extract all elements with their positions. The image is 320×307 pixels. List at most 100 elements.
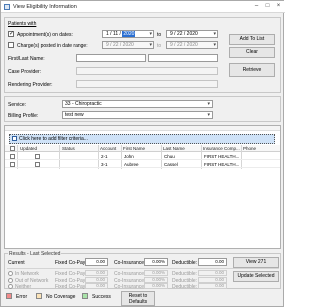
column-updated[interactable]: Updated	[20, 145, 37, 152]
close-button[interactable]: ×	[275, 3, 282, 10]
in-copay-label: Fixed Co-Pay:	[55, 271, 87, 277]
patients-with-label: Patients with	[8, 21, 37, 27]
in-network-radio[interactable]	[8, 271, 13, 276]
service-panel: Service: 33 - Chiropractic ▾ Billing Pro…	[4, 96, 281, 122]
nei-copay-field[interactable]: 0.00	[85, 283, 108, 289]
maximize-button[interactable]: □	[264, 3, 271, 10]
appointments-to-label: to	[157, 32, 162, 38]
service-select[interactable]: 33 - Chiropractic ▾	[62, 100, 213, 108]
app-icon	[4, 4, 10, 10]
cell-last-name: Cassel	[164, 162, 178, 167]
first-name-input[interactable]	[76, 54, 146, 62]
cell-first-name: Aubree	[124, 162, 139, 167]
chevron-down-icon: ▾	[207, 101, 210, 107]
in-coins-label: Co-Insurance:	[114, 271, 146, 277]
select-all-checkbox[interactable]	[10, 146, 15, 151]
rendering-provider-select[interactable]	[76, 80, 218, 88]
appointments-from-date[interactable]: 1 / 11 / 2020 ▾	[102, 30, 154, 38]
cell-first-name: John	[124, 154, 134, 159]
view-271-button[interactable]: View 271	[233, 257, 279, 268]
appt-from-year: 2020	[122, 31, 136, 37]
row-updated-checkbox[interactable]	[35, 162, 40, 167]
cell-insurance: FIRST HEALTH...	[204, 154, 240, 159]
appt-from-month: 1	[106, 31, 109, 37]
current-coinsurance-field[interactable]: 0.00%	[144, 258, 168, 266]
filter-icon	[12, 136, 17, 141]
eligibility-window: View Eligibility Information – □ × Patie…	[0, 0, 285, 307]
retrieve-button[interactable]: Retrieve	[229, 63, 275, 77]
appointments-checkbox[interactable]: ✓	[8, 31, 14, 37]
current-label: Current	[8, 260, 25, 266]
appt-to-value: 9 / 22 / 2020	[170, 31, 198, 37]
case-provider-select[interactable]	[76, 67, 218, 75]
charges-from-value: 9 / 22 / 2020	[106, 42, 134, 48]
appointments-label: Appointment(s) on dates:	[17, 32, 73, 38]
window-title: View Eligibility Information	[13, 4, 77, 10]
success-legend-swatch	[82, 293, 88, 299]
results-title: Results - Last Selected	[8, 251, 62, 257]
out-network-radio[interactable]	[8, 278, 13, 283]
nei-coins-field[interactable]: 0.00%	[144, 283, 168, 289]
no-coverage-legend-label: No Coverage	[46, 294, 76, 300]
neither-label: Neither	[15, 284, 32, 290]
charges-to-date[interactable]: 9 / 22 / 2020 ▾	[166, 41, 218, 49]
coinsurance-label: Co-Insurance:	[114, 260, 146, 266]
add-to-list-button[interactable]: Add To List	[229, 34, 275, 45]
first-last-name-label: First/Last Name:	[8, 56, 45, 62]
title-bar: View Eligibility Information – □ ×	[1, 1, 285, 13]
chevron-down-icon: ▾	[207, 112, 210, 118]
results-divider	[7, 268, 279, 269]
service-value: 33 - Chiropractic	[65, 101, 102, 107]
grid-group-bar	[5, 126, 280, 131]
clear-button[interactable]: Clear	[229, 47, 275, 58]
last-name-input[interactable]	[148, 54, 218, 62]
current-deductible-field[interactable]: 0.00	[198, 258, 227, 266]
in-network-label: In Network	[15, 271, 39, 277]
update-selected-button[interactable]: Update Selected	[233, 271, 279, 282]
row-select-checkbox[interactable]	[10, 162, 15, 167]
charges-from-date[interactable]: 9 / 22 / 2020 ▾	[102, 41, 154, 49]
column-insurance[interactable]: Insurance Comp...	[203, 145, 240, 152]
chevron-down-icon: ▾	[149, 42, 152, 48]
check-mark-icon: ✓	[9, 31, 15, 37]
row-updated-checkbox[interactable]	[35, 154, 40, 159]
in-copay-field[interactable]: 0.00	[85, 270, 108, 276]
current-copay-field[interactable]: 0.00	[85, 258, 108, 266]
row-select-checkbox[interactable]	[10, 154, 15, 159]
error-legend-label: Error	[16, 294, 28, 300]
cell-last-name: Chuu	[164, 154, 175, 159]
in-coins-field[interactable]: 0.00%	[144, 270, 168, 276]
patients-panel: Patients with ✓ Appointment(s) on dates:…	[4, 17, 281, 93]
column-account[interactable]: Account	[100, 145, 116, 152]
charges-label: Charge(s) posted in date range:	[17, 43, 88, 49]
cell-account: 3-1	[101, 162, 108, 167]
table-row[interactable]: 3-1 Aubree Cassel FIRST HEALTH...	[5, 161, 280, 168]
charges-checkbox[interactable]	[8, 42, 14, 48]
fixed-copay-label: Fixed Co-Pay:	[55, 260, 87, 266]
column-phone[interactable]: Phone	[243, 145, 256, 152]
charges-to-label: to	[157, 43, 162, 49]
chevron-down-icon: ▾	[149, 31, 152, 37]
neither-radio[interactable]	[8, 284, 13, 289]
cell-insurance: FIRST HEALTH...	[204, 162, 240, 167]
in-deduct-field[interactable]: 0.00	[198, 270, 227, 276]
table-row[interactable]: 2-1 John Chuu FIRST HEALTH...	[5, 153, 280, 160]
no-coverage-legend-swatch	[36, 293, 42, 299]
minimize-button[interactable]: –	[253, 3, 260, 10]
success-legend-label: Success	[92, 294, 111, 300]
billing-profile-select[interactable]: test new ▾	[62, 111, 213, 119]
column-status[interactable]: Status	[62, 145, 75, 152]
nei-coins-label: Co-Insurance:	[114, 284, 146, 290]
appointments-to-date[interactable]: 9 / 22 / 2020 ▾	[166, 30, 218, 38]
column-last-name[interactable]: Last Name	[163, 145, 185, 152]
filter-row[interactable]: Click here to add filter criteria...	[9, 134, 275, 144]
case-provider-label: Case Provider:	[8, 69, 42, 75]
reset-defaults-button[interactable]: Reset to Defaults	[121, 291, 155, 306]
deductible-label: Deductible:	[172, 260, 198, 266]
nei-deduct-field[interactable]: 0.00	[198, 283, 227, 289]
chevron-down-icon: ▾	[213, 42, 216, 48]
results-panel: Results - Last Selected Current Fixed Co…	[4, 251, 281, 290]
nei-copay-label: Fixed Co-Pay:	[55, 284, 87, 290]
in-deduct-label: Deductible:	[172, 271, 198, 277]
column-first-name[interactable]: First Name	[123, 145, 145, 152]
